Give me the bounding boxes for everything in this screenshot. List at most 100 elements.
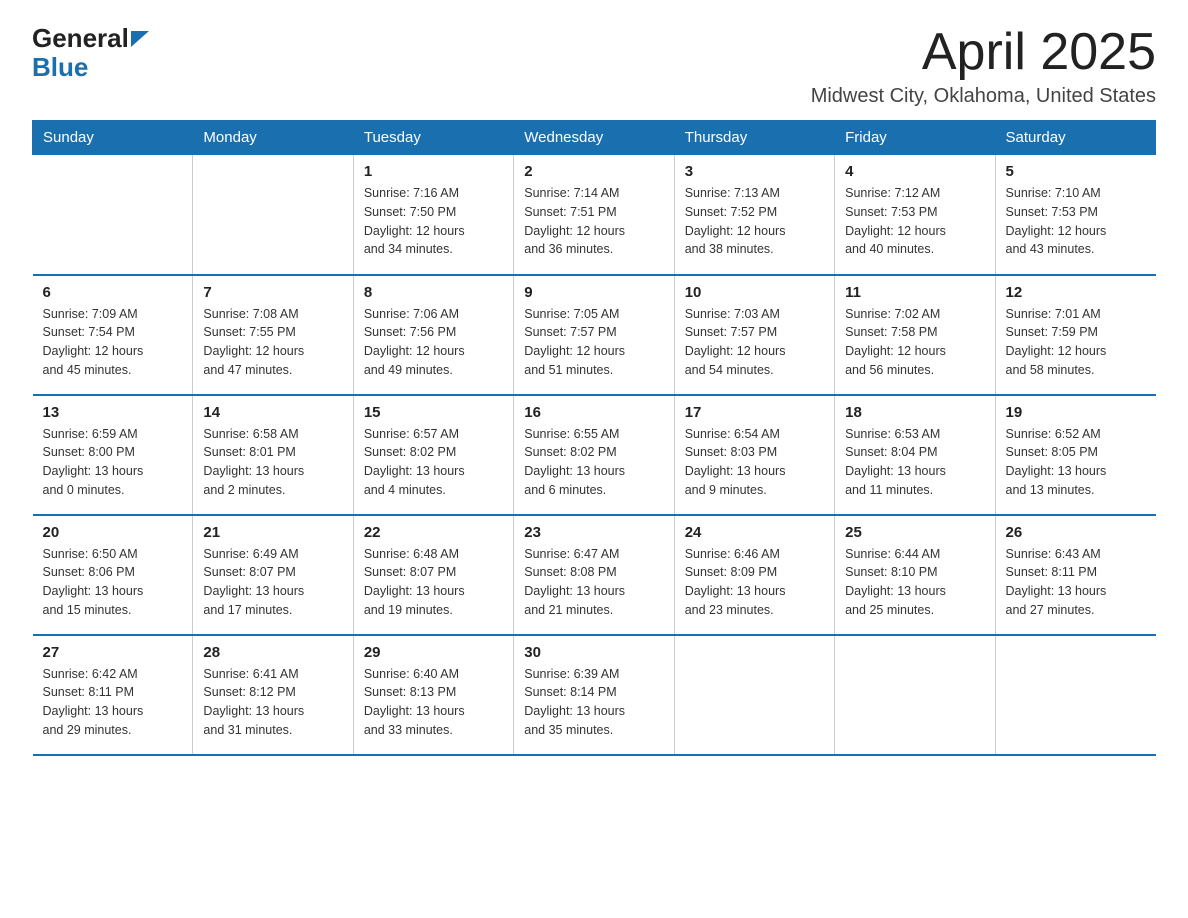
day-number: 4 [845, 163, 984, 180]
calendar-cell: 1 Sunrise: 7:16 AMSunset: 7:50 PMDaylight… [353, 155, 513, 275]
calendar-cell: 23Sunrise: 6:47 AMSunset: 8:08 PMDayligh… [514, 515, 674, 635]
calendar-cell: 30 Sunrise: 6:39 AMSunset: 8:14 PMDayligh… [514, 635, 674, 755]
logo: General Blue [32, 24, 149, 81]
day-info: Sunrise: 6:44 AMSunset: 8:10 PMDaylight:… [845, 545, 984, 620]
day-info: Sunrise: 6:59 AMSunset: 8:00 PMDaylight:… [43, 425, 183, 500]
calendar-week-row: 1 Sunrise: 7:16 AMSunset: 7:50 PMDaylight… [33, 155, 1156, 275]
calendar-table: SundayMondayTuesdayWednesdayThursdayFrid… [32, 120, 1156, 756]
day-number: 15 [364, 404, 503, 421]
title-area: April 2025 Midwest City, Oklahoma, Unite… [811, 24, 1156, 108]
day-number: 2 [524, 163, 663, 180]
day-info: Sunrise: 7:16 AMSunset: 7:50 PMDaylight:… [364, 184, 503, 259]
calendar-cell: 12 Sunrise: 7:01 AMSunset: 7:59 PMDayligh… [995, 275, 1155, 395]
day-number: 7 [203, 284, 342, 301]
calendar-header-row: SundayMondayTuesdayWednesdayThursdayFrid… [33, 121, 1156, 155]
day-number: 24 [685, 524, 824, 541]
calendar-cell: 18Sunrise: 6:53 AMSunset: 8:04 PMDayligh… [835, 395, 995, 515]
day-number: 11 [845, 284, 984, 301]
header-friday: Friday [835, 121, 995, 155]
day-info: Sunrise: 6:48 AMSunset: 8:07 PMDaylight:… [364, 545, 503, 620]
day-info: Sunrise: 7:14 AMSunset: 7:51 PMDaylight:… [524, 184, 663, 259]
day-info: Sunrise: 6:55 AMSunset: 8:02 PMDaylight:… [524, 425, 663, 500]
header-tuesday: Tuesday [353, 121, 513, 155]
page-header: General Blue April 2025 Midwest City, Ok… [32, 24, 1156, 108]
calendar-cell: 16Sunrise: 6:55 AMSunset: 8:02 PMDayligh… [514, 395, 674, 515]
day-number: 9 [524, 284, 663, 301]
day-info: Sunrise: 6:41 AMSunset: 8:12 PMDaylight:… [203, 665, 342, 740]
day-number: 10 [685, 284, 824, 301]
day-info: Sunrise: 6:58 AMSunset: 8:01 PMDaylight:… [203, 425, 342, 500]
calendar-cell: 3 Sunrise: 7:13 AMSunset: 7:52 PMDaylight… [674, 155, 834, 275]
day-info: Sunrise: 6:53 AMSunset: 8:04 PMDaylight:… [845, 425, 984, 500]
day-info: Sunrise: 7:03 AMSunset: 7:57 PMDaylight:… [685, 305, 824, 380]
logo-arrow-icon [131, 31, 149, 47]
calendar-cell: 10 Sunrise: 7:03 AMSunset: 7:57 PMDayligh… [674, 275, 834, 395]
calendar-cell: 27 Sunrise: 6:42 AMSunset: 8:11 PMDayligh… [33, 635, 193, 755]
calendar-cell: 11 Sunrise: 7:02 AMSunset: 7:58 PMDayligh… [835, 275, 995, 395]
calendar-week-row: 6 Sunrise: 7:09 AMSunset: 7:54 PMDaylight… [33, 275, 1156, 395]
day-number: 6 [43, 284, 183, 301]
header-thursday: Thursday [674, 121, 834, 155]
day-info: Sunrise: 6:40 AMSunset: 8:13 PMDaylight:… [364, 665, 503, 740]
header-sunday: Sunday [33, 121, 193, 155]
day-number: 23 [524, 524, 663, 541]
day-number: 26 [1006, 524, 1146, 541]
month-title: April 2025 [811, 24, 1156, 81]
calendar-cell: 5Sunrise: 7:10 AMSunset: 7:53 PMDaylight… [995, 155, 1155, 275]
calendar-cell: 2 Sunrise: 7:14 AMSunset: 7:51 PMDaylight… [514, 155, 674, 275]
day-number: 14 [203, 404, 342, 421]
day-info: Sunrise: 6:52 AMSunset: 8:05 PMDaylight:… [1006, 425, 1146, 500]
calendar-cell [674, 635, 834, 755]
day-info: Sunrise: 6:49 AMSunset: 8:07 PMDaylight:… [203, 545, 342, 620]
logo-general-text: General [32, 24, 129, 53]
day-number: 19 [1006, 404, 1146, 421]
calendar-cell: 15Sunrise: 6:57 AMSunset: 8:02 PMDayligh… [353, 395, 513, 515]
day-info: Sunrise: 7:02 AMSunset: 7:58 PMDaylight:… [845, 305, 984, 380]
day-number: 13 [43, 404, 183, 421]
day-info: Sunrise: 7:08 AMSunset: 7:55 PMDaylight:… [203, 305, 342, 380]
calendar-cell: 25Sunrise: 6:44 AMSunset: 8:10 PMDayligh… [835, 515, 995, 635]
day-number: 1 [364, 163, 503, 180]
calendar-cell: 13 Sunrise: 6:59 AMSunset: 8:00 PMDayligh… [33, 395, 193, 515]
day-number: 5 [1006, 163, 1146, 180]
calendar-week-row: 27 Sunrise: 6:42 AMSunset: 8:11 PMDayligh… [33, 635, 1156, 755]
calendar-cell: 24 Sunrise: 6:46 AMSunset: 8:09 PMDayligh… [674, 515, 834, 635]
day-number: 3 [685, 163, 824, 180]
day-number: 20 [43, 524, 183, 541]
calendar-week-row: 20Sunrise: 6:50 AMSunset: 8:06 PMDayligh… [33, 515, 1156, 635]
logo-blue-text: Blue [32, 52, 88, 82]
calendar-cell: 26Sunrise: 6:43 AMSunset: 8:11 PMDayligh… [995, 515, 1155, 635]
day-info: Sunrise: 7:12 AMSunset: 7:53 PMDaylight:… [845, 184, 984, 259]
calendar-cell: 21Sunrise: 6:49 AMSunset: 8:07 PMDayligh… [193, 515, 353, 635]
calendar-week-row: 13 Sunrise: 6:59 AMSunset: 8:00 PMDayligh… [33, 395, 1156, 515]
day-info: Sunrise: 7:06 AMSunset: 7:56 PMDaylight:… [364, 305, 503, 380]
day-number: 27 [43, 644, 183, 661]
calendar-cell: 9 Sunrise: 7:05 AMSunset: 7:57 PMDaylight… [514, 275, 674, 395]
calendar-cell: 14 Sunrise: 6:58 AMSunset: 8:01 PMDayligh… [193, 395, 353, 515]
calendar-cell [193, 155, 353, 275]
day-number: 30 [524, 644, 663, 661]
day-number: 12 [1006, 284, 1146, 301]
day-info: Sunrise: 7:13 AMSunset: 7:52 PMDaylight:… [685, 184, 824, 259]
calendar-cell: 20Sunrise: 6:50 AMSunset: 8:06 PMDayligh… [33, 515, 193, 635]
header-saturday: Saturday [995, 121, 1155, 155]
day-info: Sunrise: 6:46 AMSunset: 8:09 PMDaylight:… [685, 545, 824, 620]
day-info: Sunrise: 6:42 AMSunset: 8:11 PMDaylight:… [43, 665, 183, 740]
header-monday: Monday [193, 121, 353, 155]
day-number: 28 [203, 644, 342, 661]
day-number: 8 [364, 284, 503, 301]
day-info: Sunrise: 7:09 AMSunset: 7:54 PMDaylight:… [43, 305, 183, 380]
calendar-cell [835, 635, 995, 755]
calendar-cell: 22Sunrise: 6:48 AMSunset: 8:07 PMDayligh… [353, 515, 513, 635]
day-info: Sunrise: 6:54 AMSunset: 8:03 PMDaylight:… [685, 425, 824, 500]
calendar-cell: 8 Sunrise: 7:06 AMSunset: 7:56 PMDaylight… [353, 275, 513, 395]
day-info: Sunrise: 7:01 AMSunset: 7:59 PMDaylight:… [1006, 305, 1146, 380]
calendar-cell: 6 Sunrise: 7:09 AMSunset: 7:54 PMDaylight… [33, 275, 193, 395]
day-number: 29 [364, 644, 503, 661]
calendar-cell: 29 Sunrise: 6:40 AMSunset: 8:13 PMDayligh… [353, 635, 513, 755]
calendar-cell [995, 635, 1155, 755]
day-number: 17 [685, 404, 824, 421]
day-info: Sunrise: 6:39 AMSunset: 8:14 PMDaylight:… [524, 665, 663, 740]
day-info: Sunrise: 7:05 AMSunset: 7:57 PMDaylight:… [524, 305, 663, 380]
calendar-cell: 28 Sunrise: 6:41 AMSunset: 8:12 PMDayligh… [193, 635, 353, 755]
